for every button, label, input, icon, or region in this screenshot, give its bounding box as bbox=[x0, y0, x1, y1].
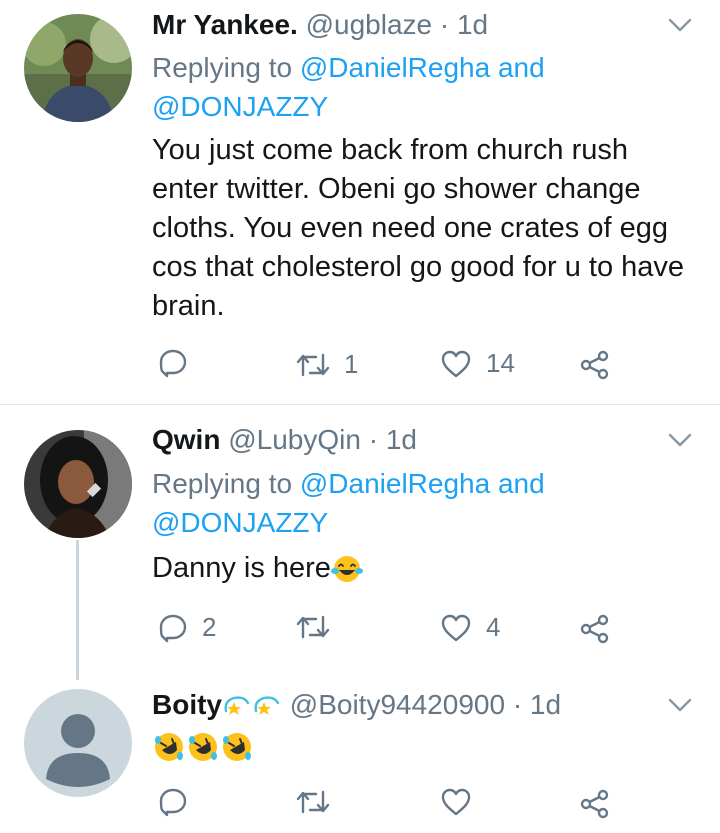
tweet-text: Danny is here bbox=[152, 552, 331, 584]
retweet-count: 1 bbox=[344, 349, 359, 379]
dizzy-emoji bbox=[224, 695, 250, 715]
dizzy-emoji bbox=[254, 695, 280, 715]
chevron-down-icon[interactable] bbox=[668, 18, 692, 32]
separator: · bbox=[512, 689, 523, 720]
retweet-icon bbox=[296, 615, 330, 639]
reply-button[interactable] bbox=[158, 348, 202, 378]
share-icon bbox=[580, 789, 609, 819]
like-icon bbox=[441, 788, 471, 816]
replying-to: Replying to @DanielRegha and @DONJAZZY bbox=[152, 48, 672, 126]
replying-label: Replying to bbox=[152, 52, 300, 83]
mention-and[interactable]: and bbox=[490, 52, 545, 83]
rolling-laughing-emoji bbox=[155, 733, 183, 762]
share-button[interactable] bbox=[580, 350, 610, 380]
reply-icon bbox=[159, 614, 187, 642]
retweet-button[interactable] bbox=[296, 613, 344, 641]
like-button[interactable]: 14 bbox=[440, 348, 515, 379]
tweet-header: Qwin @LubyQin · 1d bbox=[152, 423, 417, 457]
like-icon bbox=[441, 350, 471, 377]
reply-button[interactable] bbox=[158, 787, 202, 817]
reply-icon bbox=[159, 349, 187, 378]
thread-line bbox=[76, 540, 79, 680]
retweet-button[interactable] bbox=[296, 788, 344, 816]
tweet[interactable]: Boity @Boity94420900 · 1d bbox=[0, 675, 720, 833]
reply-count: 2 bbox=[202, 612, 217, 642]
reply-icon bbox=[159, 788, 187, 817]
share-button[interactable] bbox=[580, 789, 610, 819]
username[interactable]: @LubyQin bbox=[228, 424, 361, 455]
share-icon bbox=[580, 614, 609, 644]
avatar[interactable] bbox=[24, 430, 132, 538]
like-button[interactable]: 4 bbox=[440, 612, 500, 643]
avatar-default[interactable] bbox=[24, 689, 132, 797]
mention-link[interactable]: @DONJAZZY bbox=[152, 507, 328, 538]
tweet-header: Mr Yankee. @ugblaze · 1d bbox=[152, 8, 488, 42]
like-button[interactable] bbox=[440, 787, 486, 817]
separator: · bbox=[368, 424, 379, 455]
chevron-down-icon[interactable] bbox=[668, 433, 692, 447]
tweet[interactable]: Mr Yankee. @ugblaze · 1d Replying to @Da… bbox=[0, 0, 720, 405]
tweet-text-container bbox=[152, 727, 692, 766]
like-count: 4 bbox=[486, 612, 501, 642]
retweet-icon bbox=[296, 353, 330, 376]
timestamp[interactable]: 1d bbox=[386, 424, 417, 455]
retweet-button[interactable]: 1 bbox=[296, 349, 358, 380]
mention-link[interactable]: @DanielRegha bbox=[300, 52, 490, 83]
display-name[interactable]: Mr Yankee. bbox=[152, 9, 298, 40]
tweet-text: You just come back from church rush ente… bbox=[152, 134, 685, 322]
rolling-laughing-emoji bbox=[189, 733, 217, 762]
laughing-emoji bbox=[330, 556, 363, 583]
display-name[interactable]: Qwin bbox=[152, 424, 220, 455]
mention-link[interactable]: @DONJAZZY bbox=[152, 91, 328, 122]
timestamp[interactable]: 1d bbox=[457, 9, 488, 40]
replying-label: Replying to bbox=[152, 468, 300, 499]
mention-link[interactable]: @DanielRegha bbox=[300, 468, 490, 499]
like-icon bbox=[441, 614, 471, 641]
mention-and[interactable]: and bbox=[490, 468, 545, 499]
username[interactable]: @Boity94420900 bbox=[290, 689, 505, 720]
tweet-text-container: Danny is here bbox=[152, 549, 692, 588]
tweet-header: Boity @Boity94420900 · 1d bbox=[152, 688, 561, 722]
retweet-icon bbox=[296, 790, 330, 814]
display-name[interactable]: Boity bbox=[152, 689, 222, 720]
chevron-down-icon[interactable] bbox=[668, 698, 692, 712]
username[interactable]: @ugblaze bbox=[306, 9, 433, 40]
reply-button[interactable]: 2 bbox=[158, 612, 216, 643]
tweet[interactable]: Qwin @LubyQin · 1d Replying to @DanielRe… bbox=[0, 405, 720, 680]
avatar[interactable] bbox=[24, 14, 132, 122]
share-button[interactable] bbox=[580, 614, 610, 644]
like-count: 14 bbox=[486, 348, 515, 378]
rolling-laughing-emoji bbox=[223, 733, 251, 762]
separator: · bbox=[439, 9, 450, 40]
timestamp[interactable]: 1d bbox=[530, 689, 561, 720]
share-icon bbox=[580, 350, 609, 380]
replying-to: Replying to @DanielRegha and @DONJAZZY bbox=[152, 464, 672, 542]
